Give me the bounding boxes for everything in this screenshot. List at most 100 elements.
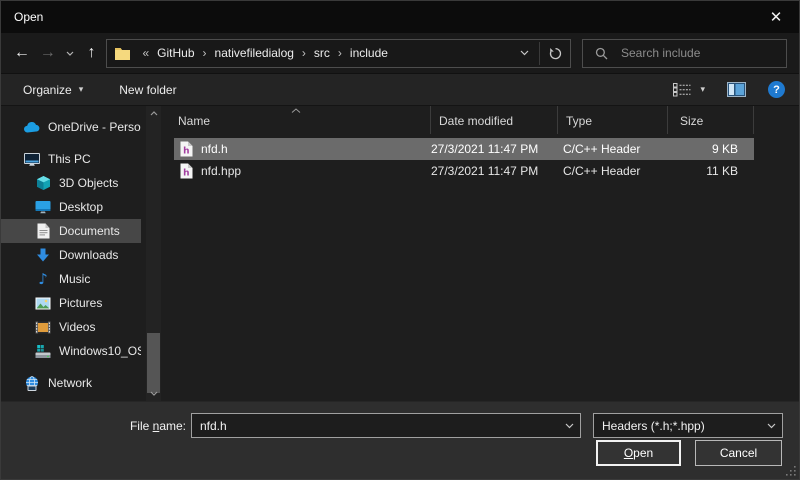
file-type-cell: C/C++ Header xyxy=(558,164,668,178)
sidebar-item-pictures[interactable]: Pictures xyxy=(1,291,141,315)
breadcrumb-separator-chevron-icon: › xyxy=(333,46,347,60)
back-button[interactable]: ← xyxy=(9,38,35,68)
recent-locations-button[interactable] xyxy=(61,38,79,68)
help-button[interactable]: ? xyxy=(768,81,785,98)
file-row[interactable]: hnfd.h27/3/2021 11:47 PMC/C++ Header9 KB xyxy=(174,138,754,160)
search-input[interactable] xyxy=(619,45,778,61)
downloads-arrow-icon xyxy=(34,248,52,263)
scrollbar-thumb[interactable] xyxy=(147,333,160,393)
column-header-date-modified[interactable]: Date modified xyxy=(431,106,558,134)
file-size-cell: 11 KB xyxy=(668,164,754,178)
file-name-cell: hnfd.hpp xyxy=(174,163,431,179)
sidebar-nav: OneDrive - Persor This PC 3D Objects Deskto… xyxy=(1,115,161,395)
sidebar-item-documents[interactable]: Documents xyxy=(1,219,141,243)
svg-text:h: h xyxy=(183,169,189,179)
sidebar-item-label: Downloads xyxy=(59,248,118,262)
breadcrumb-separator-chevron-icon: › xyxy=(198,46,212,60)
breadcrumb-item[interactable]: src xyxy=(311,46,333,60)
scroll-down-icon[interactable] xyxy=(146,387,161,400)
svg-text:h: h xyxy=(183,147,189,157)
up-button[interactable]: ↑ xyxy=(79,38,105,68)
button-text: pen xyxy=(633,446,653,460)
breadcrumb-item[interactable]: include xyxy=(347,46,391,60)
cancel-button[interactable]: Cancel xyxy=(695,440,782,466)
chevron-down-icon[interactable] xyxy=(558,423,580,429)
sidebar-item-label: Pictures xyxy=(59,296,102,310)
file-date-modified-cell: 27/3/2021 11:47 PM xyxy=(431,164,558,178)
desktop-monitor-icon xyxy=(34,200,52,214)
sidebar-scrollbar[interactable] xyxy=(146,106,161,401)
sidebar-item-desktop[interactable]: Desktop xyxy=(1,195,141,219)
chevron-down-icon xyxy=(760,423,782,429)
breadcrumb: «GitHub›nativefiledialog›src›include xyxy=(137,46,509,60)
folder-icon xyxy=(115,47,130,60)
breadcrumb-item[interactable]: nativefiledialog xyxy=(212,46,297,60)
column-header-type[interactable]: Type xyxy=(558,106,668,134)
breadcrumb-item[interactable]: GitHub xyxy=(154,46,197,60)
sidebar-item-label: 3D Objects xyxy=(59,176,118,190)
column-label: Date modified xyxy=(439,114,513,128)
window-title: Open xyxy=(1,10,43,24)
open-button[interactable]: Open xyxy=(596,440,681,466)
sidebar-item-label: Videos xyxy=(59,320,95,334)
file-type-value: Headers (*.h;*.hpp) xyxy=(602,419,705,433)
scroll-up-icon[interactable] xyxy=(146,107,161,120)
column-label: Name xyxy=(178,114,210,128)
column-header-size[interactable]: Size xyxy=(668,106,754,134)
button-accelerator: O xyxy=(624,446,633,460)
sidebar-item-3d-objects[interactable]: 3D Objects xyxy=(1,171,141,195)
dialog-footer: File name: Headers (*.h;*.hpp) Open Canc… xyxy=(1,401,799,479)
hard-drive-icon xyxy=(34,344,52,359)
address-bar[interactable]: «GitHub›nativefiledialog›src›include xyxy=(106,39,571,68)
sidebar-item-downloads[interactable]: Downloads xyxy=(1,243,141,267)
file-name-cell: h nfd.h xyxy=(174,141,431,157)
file-size-cell: 9 KB xyxy=(668,142,754,156)
file-name-combobox[interactable] xyxy=(191,413,581,438)
sidebar-item-label: Music xyxy=(59,272,90,286)
chevron-down-icon: ▾ xyxy=(79,84,84,95)
up-arrow-icon: ↑ xyxy=(88,44,96,62)
file-list-pane: Name Date modified Type Size h nfd.h 27/3/… xyxy=(161,106,799,401)
sort-ascending-icon xyxy=(291,108,301,113)
preview-pane-icon[interactable] xyxy=(727,82,746,97)
column-label: Size xyxy=(680,114,703,128)
forward-button[interactable]: → xyxy=(35,38,61,68)
details-view-icon[interactable] xyxy=(673,82,691,97)
question-mark-icon: ? xyxy=(773,84,780,96)
sidebar-item-network[interactable]: Network xyxy=(1,371,141,395)
breadcrumb-overflow-chevron-icon[interactable]: « xyxy=(137,46,154,60)
file-name-input[interactable] xyxy=(192,418,558,434)
organize-button[interactable]: Organize ▾ xyxy=(23,83,83,97)
file-type-dropdown[interactable]: Headers (*.h;*.hpp) xyxy=(593,413,783,438)
sidebar-item-onedrive-persor[interactable]: OneDrive - Persor xyxy=(1,115,141,139)
file-type-cell: C/C++ Header xyxy=(558,142,668,156)
new-folder-label: New folder xyxy=(119,83,176,97)
address-dropdown-button[interactable] xyxy=(509,40,539,67)
search-box[interactable] xyxy=(582,39,787,68)
back-arrow-icon: ← xyxy=(14,44,30,62)
pictures-icon xyxy=(34,297,52,310)
button-text: Cancel xyxy=(720,446,757,460)
close-button[interactable]: ✕ xyxy=(753,1,799,33)
sidebar-item-music[interactable]: ♪Music xyxy=(1,267,141,291)
file-name-text: nfd.h xyxy=(201,142,228,156)
chevron-down-icon xyxy=(66,51,74,56)
videos-film-icon xyxy=(34,321,52,334)
objects-3d-cube-icon xyxy=(34,175,52,191)
column-header-name[interactable]: Name xyxy=(161,106,431,134)
refresh-button[interactable] xyxy=(540,40,570,67)
views-dropdown-chevron-icon[interactable]: ▾ xyxy=(700,84,705,95)
new-folder-button[interactable]: New folder xyxy=(119,83,176,97)
onedrive-cloud-icon xyxy=(23,121,41,133)
sidebar-item-windows10-os[interactable]: Windows10_OS ( xyxy=(1,339,141,363)
label-text: ame: xyxy=(159,419,186,433)
resize-grip-icon[interactable] xyxy=(786,466,796,476)
file-row[interactable]: hnfd.hpp27/3/2021 11:47 PMC/C++ Header11… xyxy=(174,160,754,182)
main-area: OneDrive - Persor This PC 3D Objects Deskto… xyxy=(1,106,799,401)
sidebar-item-label: OneDrive - Persor xyxy=(48,120,141,134)
this-pc-icon xyxy=(23,152,41,167)
sidebar-item-this-pc[interactable]: This PC xyxy=(1,147,141,171)
close-icon: ✕ xyxy=(770,8,783,26)
sidebar-item-videos[interactable]: Videos xyxy=(1,315,141,339)
cpp-header-file-icon: h xyxy=(180,163,193,179)
